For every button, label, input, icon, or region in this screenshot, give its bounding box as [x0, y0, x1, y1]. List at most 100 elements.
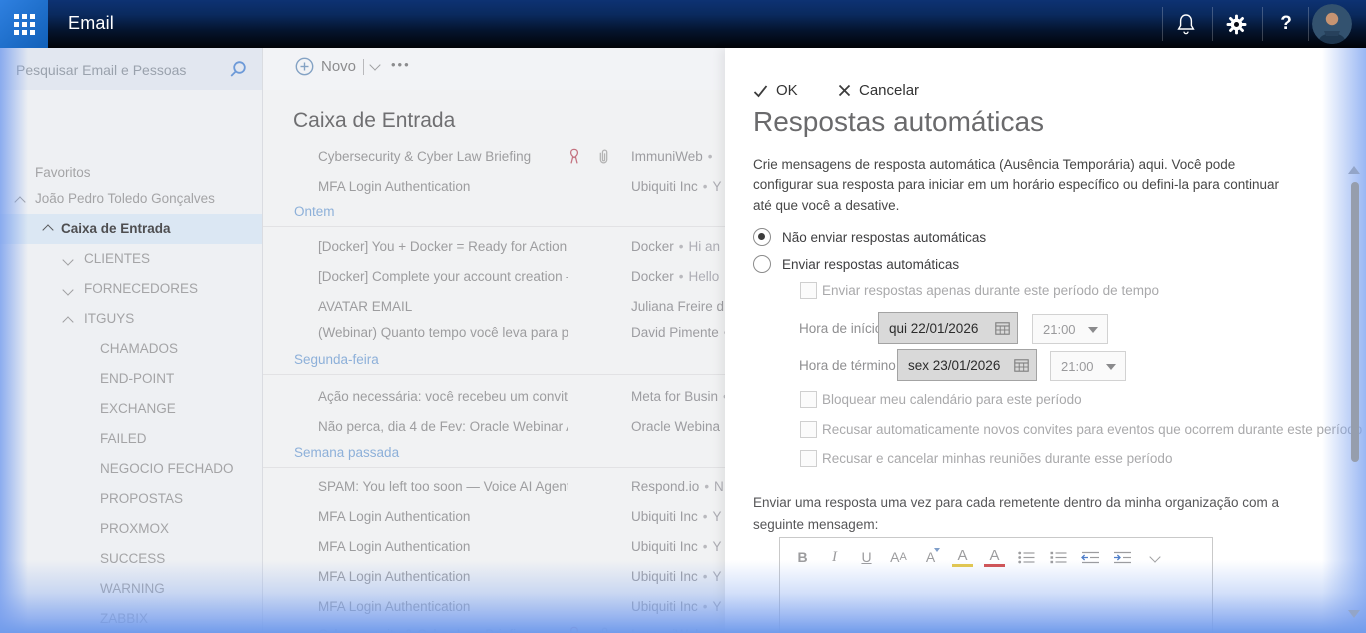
top-bar: Email ? — [0, 0, 1366, 48]
app-title: Email — [68, 13, 114, 34]
start-date-input[interactable]: qui 22/01/2026 — [878, 312, 1018, 344]
more-commands-button[interactable]: ••• — [391, 57, 411, 72]
checkbox-cancel-meetings-label[interactable]: Recusar e cancelar minhas reuniões duran… — [822, 451, 1172, 466]
bell-icon — [1176, 13, 1196, 36]
importance-ribbon-icon — [568, 148, 580, 170]
divider — [1308, 7, 1309, 41]
email-row[interactable]: MFA Login Authentication Ubiquiti Inc•Y — [263, 502, 726, 532]
chevron-up-icon[interactable] — [14, 196, 25, 207]
sidebar-item-exchange[interactable]: EXCHANGE — [0, 396, 262, 422]
divider — [1262, 7, 1263, 41]
start-time-select[interactable]: 21:00 — [1032, 314, 1108, 344]
email-row[interactable]: (Webinar) Quanto tempo você leva para pe… — [263, 318, 726, 348]
chevron-down-icon[interactable] — [62, 254, 73, 265]
list-toolbar: Novo ••• — [263, 48, 726, 90]
chevron-down-icon[interactable] — [62, 284, 73, 295]
email-row[interactable]: Cybersecurity & Cyber Law Briefing Immun… — [263, 620, 726, 633]
search-icon[interactable] — [228, 59, 248, 84]
sidebar-item-clientes[interactable]: CLIENTES — [0, 246, 262, 272]
ok-button[interactable]: OK — [753, 82, 798, 99]
email-row[interactable]: MFA Login Authentication Ubiquiti Inc•Y — [263, 172, 726, 202]
settings-button[interactable] — [1214, 0, 1258, 48]
radio-no-auto-replies-label[interactable]: Não enviar respostas automáticas — [782, 230, 986, 245]
radio-send-auto-replies[interactable] — [753, 255, 771, 273]
question-mark-icon: ? — [1280, 13, 1292, 35]
checkbox-time-period[interactable] — [800, 282, 817, 299]
font-button[interactable]: AA — [888, 547, 909, 567]
email-app-window: Email ? — [0, 0, 1366, 633]
search-box — [0, 48, 262, 90]
new-message-button[interactable]: Novo — [295, 57, 379, 76]
date-group-header: Ontem — [263, 200, 726, 227]
checkbox-cancel-meetings[interactable] — [800, 450, 817, 467]
panel-title: Respostas automáticas — [753, 106, 1044, 138]
checkbox-block-calendar-label[interactable]: Bloquear meu calendário para este períod… — [822, 392, 1082, 407]
sidebar-item-mailbox-root[interactable]: João Pedro Toledo Gonçalves — [0, 186, 262, 212]
sidebar-item-negocio-fechado[interactable]: NEGOCIO FECHADO — [0, 456, 262, 482]
chevron-down-icon[interactable] — [369, 59, 380, 70]
calendar-icon[interactable] — [995, 322, 1010, 340]
calendar-icon[interactable] — [1014, 359, 1029, 377]
more-formatting-button[interactable] — [1144, 547, 1165, 567]
scrollbar-up-arrow[interactable] — [1348, 166, 1360, 174]
checkbox-block-calendar[interactable] — [800, 391, 817, 408]
end-time-select[interactable]: 21:00 — [1050, 351, 1126, 381]
email-row[interactable]: MFA Login Authentication Ubiquiti Inc•Y — [263, 592, 726, 622]
sidebar-item-caixa-de-entrada[interactable]: Caixa de Entrada — [0, 214, 262, 244]
email-row[interactable]: MFA Login Authentication Ubiquiti Inc•Y — [263, 532, 726, 562]
sidebar-item-propostas[interactable]: PROPOSTAS — [0, 486, 262, 512]
date-group-header: Semana passada — [263, 441, 726, 468]
reply-message-editor[interactable]: B I U AA A A A — [779, 537, 1213, 633]
font-size-button[interactable]: A — [920, 547, 941, 567]
scrollbar-thumb[interactable] — [1351, 182, 1359, 462]
sidebar-item-success[interactable]: SUCCESS — [0, 546, 262, 572]
sidebar-item-zabbix[interactable]: ZABBIX — [0, 606, 262, 632]
caret-icon — [934, 548, 940, 552]
checkbox-time-period-label[interactable]: Enviar respostas apenas durante este per… — [822, 283, 1159, 298]
email-row[interactable]: [Docker] Complete your account creation … — [263, 262, 726, 292]
chevron-up-icon[interactable] — [42, 224, 53, 235]
divider — [1162, 7, 1163, 41]
user-avatar[interactable] — [1312, 4, 1352, 44]
email-row[interactable]: Cybersecurity & Cyber Law Briefing Immun… — [263, 142, 726, 172]
app-launcher-button[interactable] — [0, 0, 48, 48]
search-input[interactable] — [14, 56, 218, 84]
divider — [363, 59, 364, 75]
cancel-button[interactable]: Cancelar — [838, 82, 919, 99]
sidebar-item-end-point[interactable]: END-POINT — [0, 366, 262, 392]
bullet-list-button[interactable] — [1016, 547, 1037, 567]
italic-button[interactable]: I — [824, 547, 845, 567]
font-color-button[interactable]: A — [984, 547, 1005, 567]
email-row[interactable]: MFA Login Authentication Ubiquiti Inc•Y — [263, 562, 726, 592]
notifications-button[interactable] — [1164, 0, 1208, 48]
decrease-indent-button[interactable] — [1080, 547, 1101, 567]
editor-content-area[interactable] — [780, 576, 1212, 633]
sidebar-item-failed[interactable]: FAILED — [0, 426, 262, 452]
numbered-list-button[interactable] — [1048, 547, 1069, 567]
end-date-input[interactable]: sex 23/01/2026 — [897, 349, 1037, 381]
email-row[interactable]: Não perca, dia 4 de Fev: Oracle Webinar … — [263, 412, 726, 442]
app-grid-icon — [14, 14, 35, 35]
bold-button[interactable]: B — [792, 547, 813, 567]
sidebar-item-chamados[interactable]: CHAMADOS — [0, 336, 262, 362]
sidebar-item-fornecedores[interactable]: FORNECEDORES — [0, 276, 262, 302]
sidebar-item-warning[interactable]: WARNING — [0, 576, 262, 602]
sidebar-item-favoritos[interactable]: Favoritos — [0, 160, 262, 186]
scrollbar-down-arrow[interactable] — [1348, 610, 1360, 618]
help-button[interactable]: ? — [1264, 0, 1308, 48]
email-row[interactable]: SPAM: You left too soon — Voice AI Agent… — [263, 472, 726, 502]
email-row[interactable]: Ação necessária: você recebeu um convite… — [263, 382, 726, 412]
message-list: Novo ••• Caixa de Entrada Cybersecurity … — [262, 48, 726, 633]
highlight-color-button[interactable]: A — [952, 547, 973, 567]
underline-button[interactable]: U — [856, 547, 877, 567]
gear-icon — [1225, 13, 1248, 36]
sidebar-item-itguys[interactable]: ITGUYS — [0, 306, 262, 332]
checkbox-decline-new-invites[interactable] — [800, 421, 817, 438]
chevron-up-icon[interactable] — [62, 316, 73, 327]
sidebar-item-proxmox[interactable]: PROXMOX — [0, 516, 262, 542]
email-row[interactable]: [Docker] You + Docker = Ready for Action… — [263, 232, 726, 262]
increase-indent-button[interactable] — [1112, 547, 1133, 567]
checkbox-decline-new-invites-label[interactable]: Recusar automaticamente novos convites p… — [822, 422, 1362, 437]
radio-send-auto-replies-label[interactable]: Enviar respostas automáticas — [782, 257, 959, 272]
radio-no-auto-replies[interactable] — [753, 228, 771, 246]
